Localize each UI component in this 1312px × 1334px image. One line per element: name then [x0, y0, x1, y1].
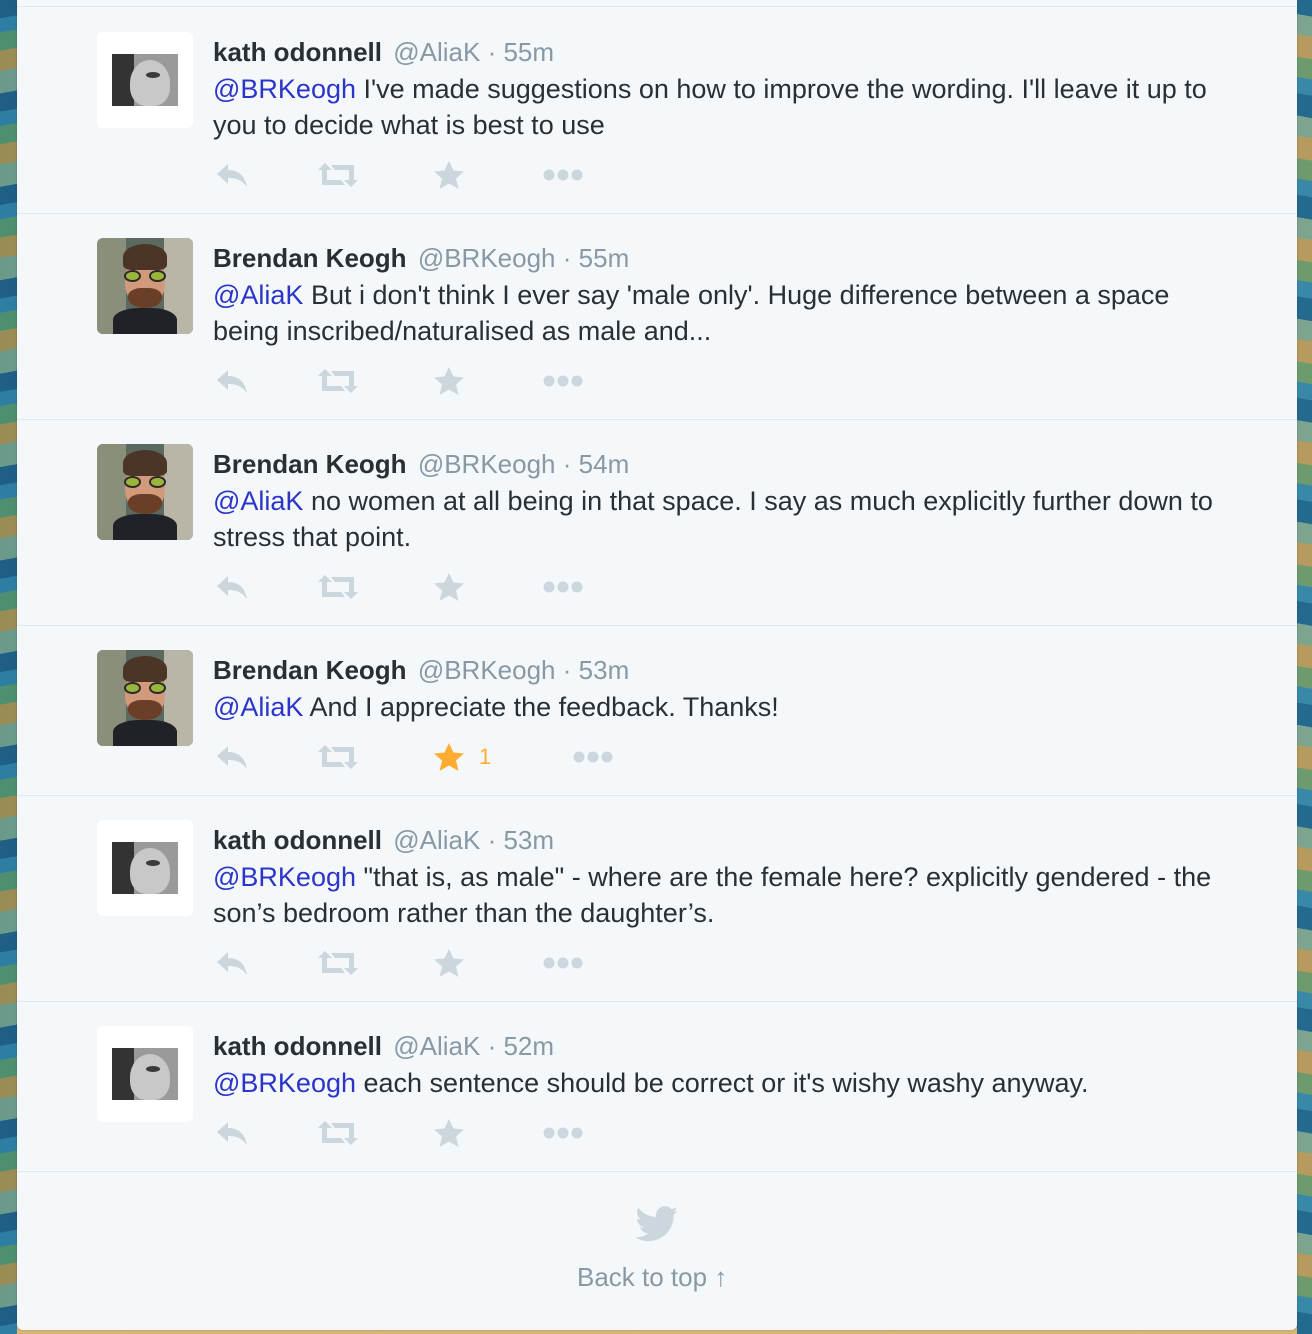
tweet-text: @BRKeogh each sentence should be correct… [213, 1068, 1089, 1098]
tweet-timestamp[interactable]: 52m [503, 1031, 554, 1061]
tweet-text: @BRKeogh "that is, as male" - where are … [213, 862, 1212, 928]
tweet-actions: 1 [213, 737, 713, 777]
more-icon[interactable] [573, 737, 613, 777]
retweet-icon[interactable] [317, 361, 359, 401]
mention-link[interactable]: @AliaK [213, 280, 303, 310]
background-right [1297, 0, 1312, 1334]
user-fullname[interactable]: Brendan Keogh [213, 655, 407, 685]
user-fullname[interactable]: kath odonnell [213, 1031, 382, 1061]
avatar[interactable] [97, 238, 193, 334]
tweet[interactable]: Brendan Keogh @BRKeogh · 53m @AliaK And … [17, 625, 1297, 796]
more-icon[interactable] [543, 943, 583, 983]
more-icon[interactable] [543, 567, 583, 607]
tweet-timestamp[interactable]: 53m [503, 825, 554, 855]
retweet-icon[interactable] [317, 1113, 359, 1153]
tweet-actions [213, 567, 713, 607]
more-icon[interactable] [543, 1113, 583, 1153]
star-icon [434, 743, 464, 771]
tweet-timestamp[interactable]: 53m [579, 655, 630, 685]
user-fullname[interactable]: kath odonnell [213, 825, 382, 855]
tweet-actions [213, 361, 713, 401]
user-handle[interactable]: @BRKeogh [418, 449, 556, 479]
tweet[interactable]: Brendan Keogh @BRKeogh · 55m @AliaK But … [17, 213, 1297, 420]
avatar[interactable] [97, 1026, 193, 1122]
tweet-actions [213, 155, 713, 195]
more-icon[interactable] [543, 361, 583, 401]
tweet-timestamp[interactable]: 55m [579, 243, 630, 273]
user-handle[interactable]: @BRKeogh [418, 655, 556, 685]
tweet-text: @AliaK But i don't think I ever say 'mal… [213, 280, 1170, 346]
mention-link[interactable]: @BRKeogh [213, 1068, 356, 1098]
tweet-text: @AliaK no women at all being in that spa… [213, 486, 1213, 552]
tweet-timestamp[interactable]: 54m [579, 449, 630, 479]
reply-icon[interactable] [215, 155, 249, 195]
star-icon[interactable] [433, 567, 465, 607]
reply-icon[interactable] [215, 1113, 249, 1153]
avatar[interactable] [97, 444, 193, 540]
star-icon[interactable] [433, 1113, 465, 1153]
tweet-header: kath odonnell @AliaK · 52m [213, 1031, 555, 1061]
tweet-timestamp[interactable]: 55m [503, 37, 554, 67]
tweet-actions [213, 943, 713, 983]
timeline-stream: kath odonnell @AliaK · 55m @BRKeogh I've… [17, 0, 1297, 1330]
user-handle[interactable]: @AliaK [393, 37, 480, 67]
avatar[interactable] [97, 32, 193, 128]
user-handle[interactable]: @AliaK [393, 825, 480, 855]
user-fullname[interactable]: kath odonnell [213, 37, 382, 67]
back-to-top-link[interactable]: Back to top ↑ [577, 1262, 727, 1293]
tweet-text: @BRKeogh I've made suggestions on how to… [213, 74, 1207, 140]
reply-icon[interactable] [215, 361, 249, 401]
tweet-header: kath odonnell @AliaK · 53m [213, 825, 555, 855]
avatar[interactable] [97, 650, 193, 746]
retweet-icon[interactable] [317, 943, 359, 983]
retweet-icon[interactable] [317, 737, 359, 777]
mention-link[interactable]: @AliaK [213, 486, 303, 516]
star-icon[interactable] [433, 361, 465, 401]
retweet-icon[interactable] [317, 567, 359, 607]
tweet[interactable]: kath odonnell @AliaK · 55m @BRKeogh I've… [17, 7, 1297, 214]
twitter-bird-icon [635, 1206, 679, 1242]
star-icon[interactable] [433, 943, 465, 983]
tweet[interactable]: Brendan Keogh @BRKeogh · 54m @AliaK no w… [17, 419, 1297, 626]
user-fullname[interactable]: Brendan Keogh [213, 243, 407, 273]
favorite-button[interactable]: 1 [433, 737, 491, 777]
user-fullname[interactable]: Brendan Keogh [213, 449, 407, 479]
retweet-icon[interactable] [317, 155, 359, 195]
mention-link[interactable]: @BRKeogh [213, 74, 356, 104]
tweet-header: Brendan Keogh @BRKeogh · 55m [213, 243, 630, 273]
reply-icon[interactable] [215, 567, 249, 607]
mention-link[interactable]: @BRKeogh [213, 862, 356, 892]
reply-icon[interactable] [215, 943, 249, 983]
mention-link[interactable]: @AliaK [213, 692, 303, 722]
tweet-actions [213, 1113, 713, 1153]
user-handle[interactable]: @BRKeogh [418, 243, 556, 273]
reply-icon[interactable] [215, 737, 249, 777]
tweet-header: Brendan Keogh @BRKeogh · 54m [213, 449, 630, 479]
stream-top-divider [17, 0, 1297, 7]
background-left [0, 0, 17, 1334]
tweet-header: Brendan Keogh @BRKeogh · 53m [213, 655, 630, 685]
star-icon[interactable] [433, 155, 465, 195]
more-icon[interactable] [543, 155, 583, 195]
favorite-count: 1 [479, 744, 492, 769]
tweet-text: @AliaK And I appreciate the feedback. Th… [213, 692, 779, 722]
tweet[interactable]: kath odonnell @AliaK · 52m @BRKeogh each… [17, 1001, 1297, 1172]
user-handle[interactable]: @AliaK [393, 1031, 480, 1061]
avatar[interactable] [97, 820, 193, 916]
tweet-header: kath odonnell @AliaK · 55m [213, 37, 555, 67]
tweet[interactable]: kath odonnell @AliaK · 53m @BRKeogh "tha… [17, 795, 1297, 1002]
